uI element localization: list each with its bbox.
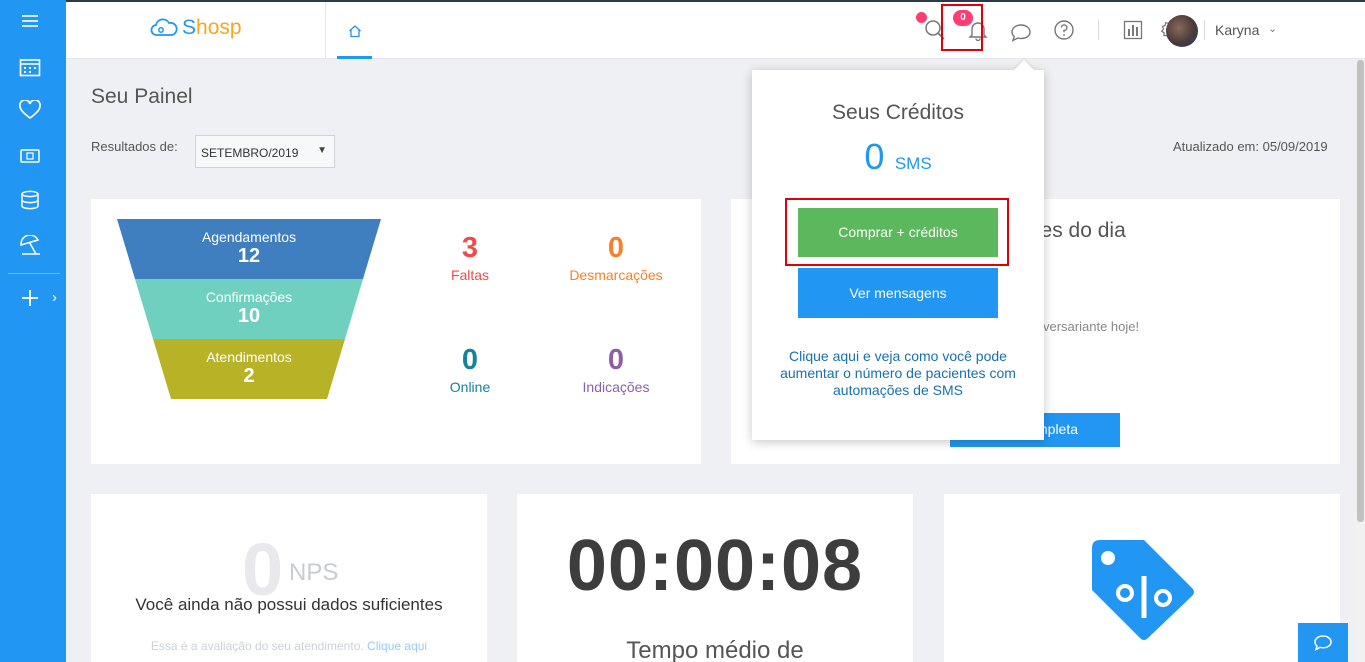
- brand-name-rest: hosp: [196, 16, 242, 39]
- results-label: Resultados de:: [91, 139, 178, 154]
- credits-unit: SMS: [894, 154, 932, 173]
- nps-message: Você ainda não possui dados suficientes: [135, 595, 443, 614]
- topbar-divider: [325, 2, 326, 59]
- funnel-stage-value: 12: [237, 245, 261, 267]
- sidebar-divider: [8, 273, 60, 274]
- month-select-value: SETEMBRO/2019: [201, 146, 299, 160]
- dropdown-arrow-icon: ▼: [317, 145, 327, 156]
- nps-label: NPS: [289, 559, 339, 586]
- scrollbar-thumb[interactable]: [1357, 60, 1364, 522]
- funnel-stage-value: 10: [237, 305, 261, 327]
- help-icon[interactable]: [1052, 18, 1076, 42]
- database-icon[interactable]: [18, 188, 42, 212]
- buy-credits-button[interactable]: Comprar + créditos: [798, 208, 998, 257]
- stat-label: Faltas: [450, 267, 490, 283]
- beach-umbrella-icon[interactable]: [18, 233, 42, 257]
- money-icon[interactable]: [18, 144, 42, 168]
- funnel-label-confirmacoes: Confirmações 10: [117, 289, 381, 328]
- funnel-stage-title: Confirmações: [205, 289, 293, 305]
- toolbar-divider: [1204, 20, 1205, 40]
- stat-value: 3: [461, 232, 479, 264]
- brand-logo[interactable]: Shosp: [150, 16, 242, 40]
- funnel-label-agendamentos: Agendamentos 12: [117, 229, 381, 268]
- sms-help-link[interactable]: Clique aqui e veja como você pode aument…: [772, 348, 1024, 399]
- month-select[interactable]: SETEMBRO/2019 ▼: [195, 135, 335, 168]
- stat-value: 0: [607, 344, 625, 376]
- stat-label: Online: [449, 379, 491, 395]
- stat-desmarcacoes[interactable]: 0 Desmarcações: [551, 231, 681, 283]
- nps-footer: Essa é a avaliação do seu atendimento. C…: [91, 639, 487, 653]
- brand-name-first: S: [182, 16, 197, 39]
- cloud-logo-icon: [150, 18, 178, 36]
- birthday-card-message: versariante hoje!: [1043, 319, 1140, 334]
- stat-faltas[interactable]: 3 Faltas: [405, 231, 535, 283]
- avatar[interactable]: [1166, 15, 1198, 47]
- chevron-right-icon[interactable]: ›: [52, 289, 57, 306]
- popup-title: Seus Créditos: [832, 101, 964, 124]
- home-icon: [348, 25, 361, 38]
- chat-widget-button[interactable]: [1298, 623, 1348, 662]
- stat-label: Desmarcações: [569, 267, 663, 283]
- stat-online[interactable]: 0 Online: [405, 343, 535, 395]
- calendar-icon[interactable]: [18, 55, 42, 79]
- updated-date: Atualizado em: 05/09/2019: [1173, 139, 1328, 154]
- price-tag-icon: [1092, 540, 1194, 640]
- tab-home[interactable]: [337, 24, 372, 59]
- average-time-caption: Tempo médio de: [626, 637, 804, 662]
- chat-icon: [1314, 634, 1332, 651]
- stat-label: Indicações: [582, 379, 650, 395]
- stat-value: 0: [607, 232, 625, 264]
- menu-icon[interactable]: [18, 9, 42, 33]
- plus-icon[interactable]: [18, 286, 42, 310]
- notification-dot: [916, 12, 927, 23]
- messages-badge: 0: [953, 10, 973, 26]
- reports-chart-icon[interactable]: [1121, 18, 1145, 42]
- toolbar-divider: [1098, 20, 1099, 40]
- funnel-label-atendimentos: Atendimentos 2: [117, 349, 381, 388]
- funnel-stage-title: Agendamentos: [201, 229, 297, 245]
- nps-footer-text: Essa é a avaliação do seu atendimento.: [150, 639, 364, 653]
- view-messages-button[interactable]: Ver mensagens: [798, 268, 998, 318]
- credits-value: 0: [864, 136, 885, 177]
- active-tab-underline: [337, 56, 372, 59]
- credits-balance: 0 SMS: [752, 136, 1044, 178]
- page-title: Seu Painel: [91, 85, 193, 108]
- stat-value: 0: [461, 344, 479, 376]
- nps-footer-link[interactable]: Clique aqui: [367, 639, 427, 653]
- stat-indicacoes[interactable]: 0 Indicações: [551, 343, 681, 395]
- average-time-value: 00:00:08: [566, 526, 864, 606]
- funnel-stage-value: 2: [243, 365, 255, 387]
- chat-bubble-icon[interactable]: [1009, 20, 1033, 44]
- user-name[interactable]: Karyna: [1215, 22, 1259, 38]
- chevron-down-icon[interactable]: ⌄: [1268, 22, 1277, 35]
- funnel-stage-title: Atendimentos: [206, 349, 292, 365]
- popup-caret: [1014, 60, 1034, 70]
- heart-icon[interactable]: [18, 98, 42, 122]
- sidebar: ›: [0, 0, 66, 662]
